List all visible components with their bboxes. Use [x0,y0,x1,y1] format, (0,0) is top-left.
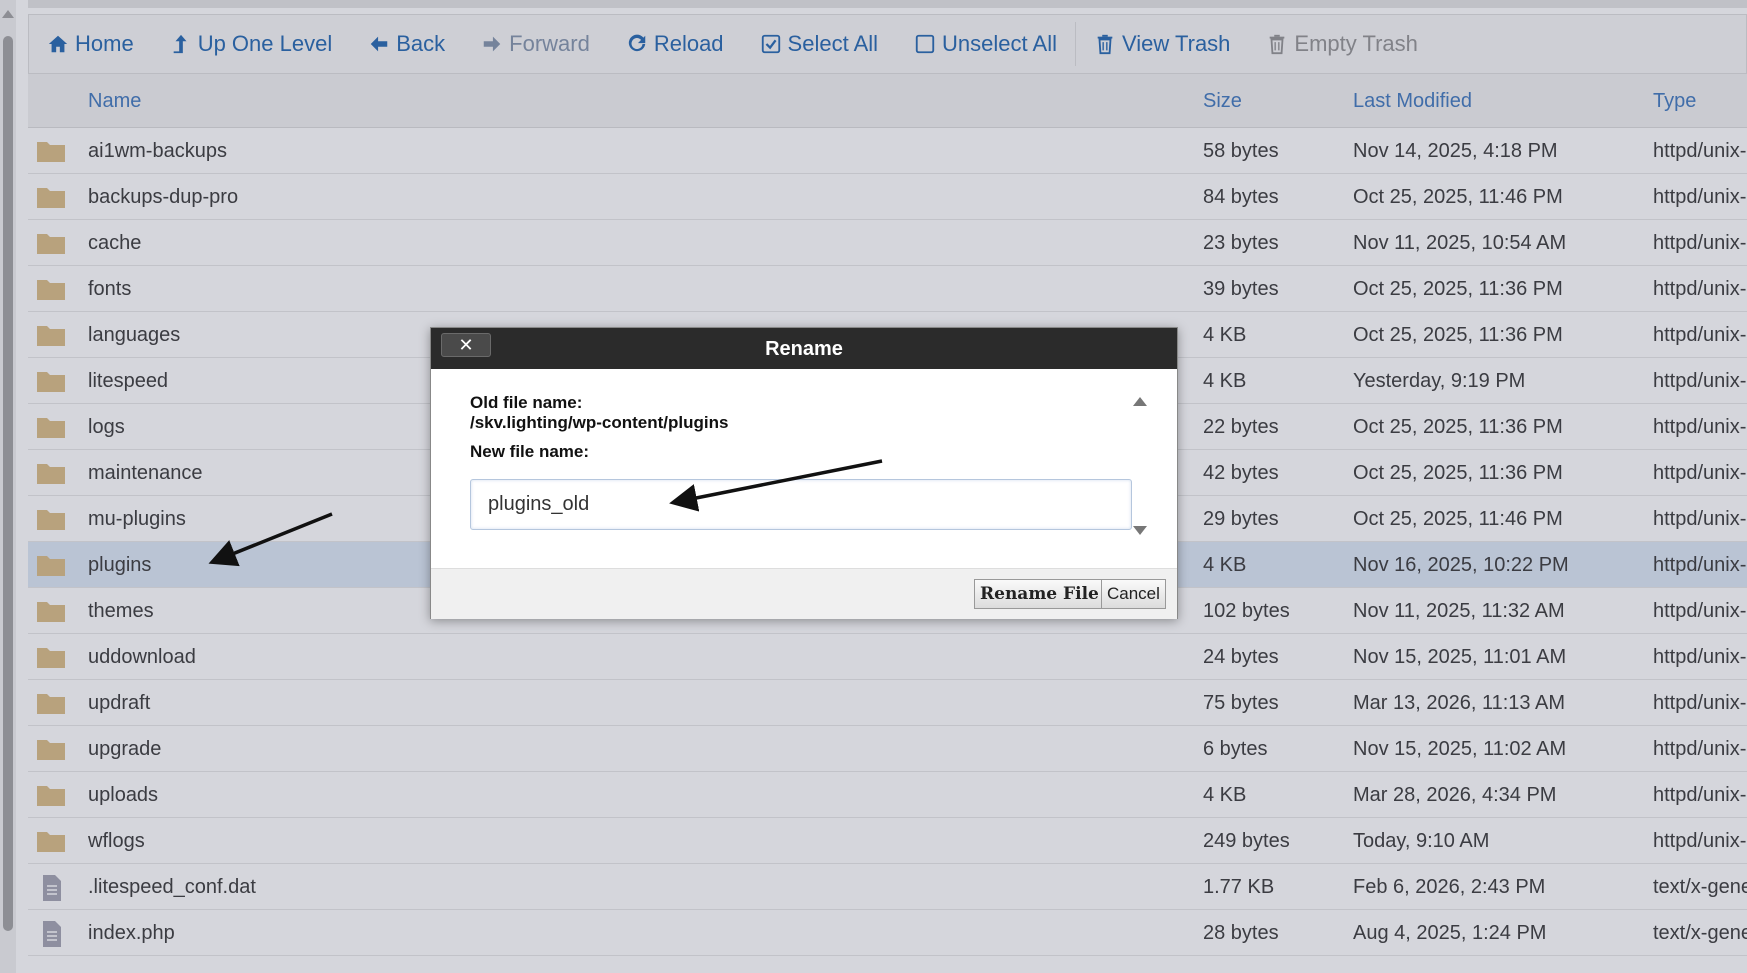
new-file-name-label: New file name: [470,442,590,461]
old-file-name-label: Old file name: [470,393,583,412]
old-file-path: /skv.lighting/wp-content/plugins [470,413,729,432]
dialog-title: Rename [765,338,843,360]
new-file-name-input[interactable]: plugins_old [470,479,1132,530]
cancel-button[interactable]: Cancel [1101,579,1166,609]
rename-dialog: ✕ Rename Old file name: /skv.lighting/wp… [430,327,1178,619]
dialog-footer: Rename File Cancel [431,568,1177,619]
dialog-body: Old file name: /skv.lighting/wp-content/… [431,369,1177,561]
dialog-header: ✕ Rename [431,328,1177,369]
rename-file-button[interactable]: Rename File [974,579,1105,609]
scroll-up-arrow-icon[interactable] [1133,397,1147,406]
dialog-scrollbar[interactable] [1127,391,1151,541]
scroll-down-arrow-icon[interactable] [1133,526,1147,535]
